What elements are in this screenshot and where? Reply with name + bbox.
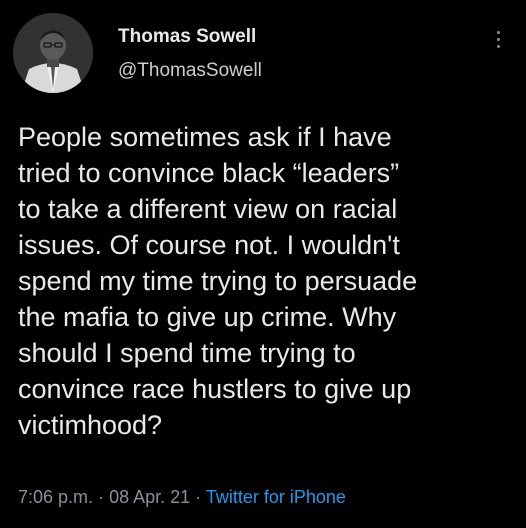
tweet-source-link[interactable]: Twitter for iPhone xyxy=(206,487,346,507)
more-vertical-icon-dot xyxy=(496,44,500,48)
tweet-text: People sometimes ask if I have tried to … xyxy=(18,119,513,443)
more-options-button[interactable] xyxy=(488,24,508,54)
meta-separator: · xyxy=(195,487,202,507)
tweet-time[interactable]: 7:06 p.m. xyxy=(18,487,93,507)
tweet-text-line: issues. Of course not. I wouldn't xyxy=(18,230,400,260)
avatar-photo xyxy=(13,13,93,93)
meta-separator: · xyxy=(98,487,105,507)
tweet-text-line: People sometimes ask if I have xyxy=(18,122,392,152)
tweet-text-line: convince race hustlers to give up xyxy=(18,374,412,404)
more-vertical-icon xyxy=(496,30,500,34)
tweet-text-line: should I spend time trying to xyxy=(18,338,356,368)
tweet-date[interactable]: 08 Apr. 21 xyxy=(109,487,190,507)
avatar[interactable] xyxy=(13,13,93,93)
tweet-text-line: victimhood? xyxy=(18,410,163,440)
tweet-meta: 7:06 p.m. · 08 Apr. 21 · Twitter for iPh… xyxy=(18,487,346,508)
tweet-text-line: spend my time trying to persuade xyxy=(18,266,418,296)
tweet-text-line: to take a different view on racial xyxy=(18,194,398,224)
author-display-name[interactable]: Thomas Sowell xyxy=(118,26,256,48)
more-vertical-icon-dot xyxy=(496,37,500,41)
tweet-text-line: the mafia to give up crime. Why xyxy=(18,302,397,332)
author-handle[interactable]: @ThomasSowell xyxy=(118,60,262,82)
tweet-text-line: tried to convince black “leaders” xyxy=(18,158,400,188)
tweet-card: Thomas Sowell @ThomasSowell People somet… xyxy=(0,0,526,528)
